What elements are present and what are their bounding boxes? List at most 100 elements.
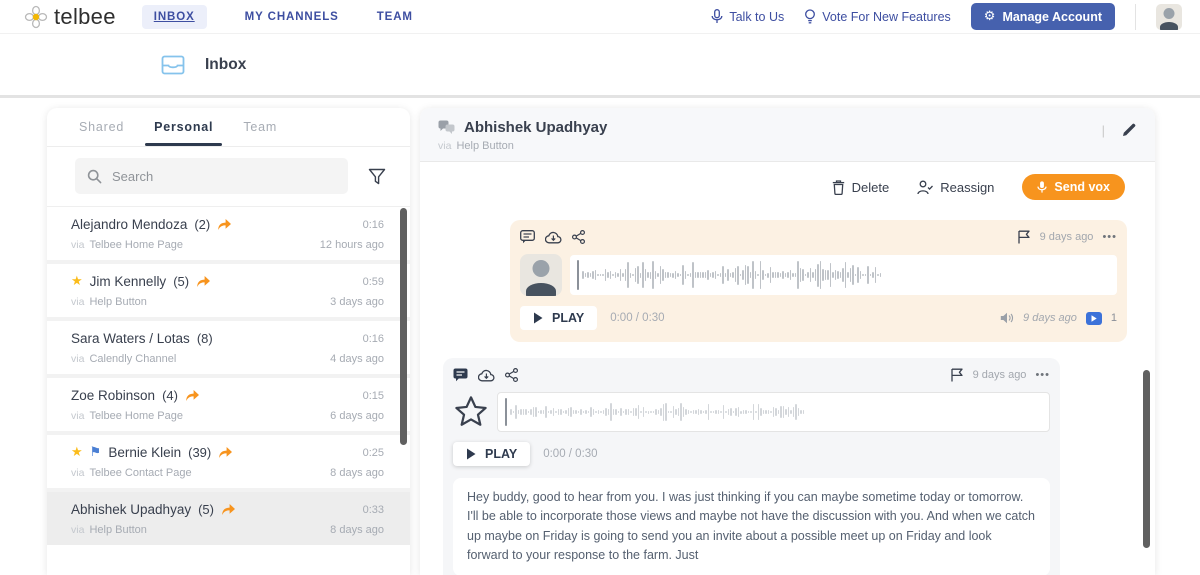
tab-shared[interactable]: Shared bbox=[79, 108, 124, 146]
more-menu-icon[interactable]: ••• bbox=[1102, 231, 1117, 243]
vote-features-label: Vote For New Features bbox=[822, 10, 951, 24]
tab-personal[interactable]: Personal bbox=[154, 108, 213, 146]
nav-tab-team[interactable]: TEAM bbox=[377, 11, 413, 23]
tab-team-label: Team bbox=[243, 120, 277, 134]
manage-account-label: Manage Account bbox=[1002, 10, 1102, 24]
send-vox-label: Send vox bbox=[1054, 180, 1110, 194]
via-label: via bbox=[71, 239, 84, 251]
conversation-time: 8 days ago bbox=[330, 524, 384, 536]
conversation-time: 6 days ago bbox=[330, 410, 384, 422]
star-favorite-icon[interactable] bbox=[453, 394, 489, 430]
message-count: (4) bbox=[162, 388, 178, 403]
play-label: PLAY bbox=[552, 311, 584, 325]
talk-to-us-link[interactable]: Talk to Us bbox=[711, 9, 784, 24]
thread-scrollbar[interactable] bbox=[1143, 370, 1150, 548]
delete-button[interactable]: Delete bbox=[832, 180, 890, 195]
conversation-item[interactable]: ★ Jim Kennelly (5) 0:59 via Help Button … bbox=[47, 264, 410, 317]
voice-message: 9 days ago ••• PLAY bbox=[510, 220, 1127, 342]
reassign-button[interactable]: Reassign bbox=[917, 180, 994, 195]
audio-waveform[interactable] bbox=[570, 255, 1117, 295]
message-count: (8) bbox=[197, 331, 213, 346]
tab-team[interactable]: Team bbox=[243, 108, 277, 146]
header-divider-pipe: | bbox=[1102, 123, 1105, 138]
voice-duration: 0:59 bbox=[363, 276, 384, 288]
conversation-name: Bernie Klein bbox=[108, 445, 181, 460]
via-label: via bbox=[71, 296, 84, 308]
via-channel: Help Button bbox=[456, 140, 513, 152]
star-icon: ★ bbox=[71, 274, 83, 289]
conversation-item[interactable]: Zoe Robinson (4) 0:15 via Telbee Home Pa… bbox=[47, 378, 410, 431]
tab-personal-label: Personal bbox=[154, 120, 213, 134]
edit-pencil-icon[interactable] bbox=[1121, 122, 1137, 138]
conversation-time: 4 days ago bbox=[330, 353, 384, 365]
via-label: via bbox=[71, 467, 84, 479]
star-icon: ★ bbox=[71, 445, 83, 460]
conversation-name: Jim Kennelly bbox=[90, 274, 167, 289]
message-count: (2) bbox=[194, 217, 210, 232]
search-icon bbox=[87, 169, 102, 184]
vote-features-link[interactable]: Vote For New Features bbox=[804, 9, 951, 24]
conversation-name: Abhishek Upadhyay bbox=[71, 502, 191, 517]
audio-waveform[interactable] bbox=[497, 392, 1050, 432]
search-input[interactable] bbox=[112, 169, 336, 184]
comment-filled-icon[interactable] bbox=[453, 368, 468, 382]
video-play-badge[interactable] bbox=[1086, 312, 1102, 325]
conversation-item[interactable]: ★ ⚑ Bernie Klein (39) 0:25 via Telbee Co… bbox=[47, 435, 410, 488]
voice-duration: 0:16 bbox=[363, 219, 384, 231]
flag-outline-icon[interactable] bbox=[950, 368, 964, 382]
conversation-item[interactable]: Sara Waters / Lotas (8) 0:16 via Calendl… bbox=[47, 321, 410, 374]
play-button[interactable]: PLAY bbox=[520, 306, 597, 330]
telbee-logo[interactable]: telbee bbox=[24, 4, 116, 30]
conversation-time: 8 days ago bbox=[330, 467, 384, 479]
delete-label: Delete bbox=[852, 180, 890, 195]
waveform-cursor[interactable] bbox=[505, 398, 507, 426]
flower-logo-icon bbox=[24, 5, 48, 29]
search-box[interactable] bbox=[75, 158, 348, 194]
play-label: PLAY bbox=[485, 447, 517, 461]
comment-icon[interactable] bbox=[520, 230, 535, 244]
forwarded-icon bbox=[221, 503, 236, 516]
sender-avatar bbox=[520, 254, 562, 296]
forwarded-icon bbox=[196, 275, 211, 288]
list-tabs: Shared Personal Team bbox=[47, 108, 410, 147]
download-cloud-icon[interactable] bbox=[545, 231, 562, 244]
user-avatar[interactable] bbox=[1156, 4, 1182, 30]
play-button[interactable]: PLAY bbox=[453, 442, 530, 466]
conversation-name: Alejandro Mendoza bbox=[71, 217, 187, 232]
more-menu-icon[interactable]: ••• bbox=[1035, 369, 1050, 381]
play-icon bbox=[533, 312, 543, 324]
filter-funnel-icon[interactable] bbox=[368, 168, 386, 185]
conversation-panel: Abhishek Upadhyay via Help Button | bbox=[420, 108, 1155, 575]
conversation-list: Alejandro Mendoza (2) 0:16 via Telbee Ho… bbox=[47, 207, 410, 545]
reassign-label: Reassign bbox=[940, 180, 994, 195]
forwarded-icon bbox=[217, 218, 232, 231]
voice-duration: 0:33 bbox=[363, 504, 384, 516]
list-scrollbar[interactable] bbox=[400, 208, 407, 445]
nav-tab-my-channels[interactable]: MY CHANNELS bbox=[245, 11, 339, 23]
share-icon[interactable] bbox=[505, 368, 518, 382]
download-cloud-icon[interactable] bbox=[478, 369, 495, 382]
via-channel: Telbee Home Page bbox=[89, 239, 183, 251]
voice-duration: 0:16 bbox=[363, 333, 384, 345]
via-label: via bbox=[71, 524, 84, 536]
conversation-toolbar: Delete Reassign Send vox bbox=[420, 162, 1155, 210]
conversation-time: 3 days ago bbox=[330, 296, 384, 308]
conversation-item[interactable]: Alejandro Mendoza (2) 0:16 via Telbee Ho… bbox=[47, 207, 410, 260]
conversation-item-selected[interactable]: Abhishek Upadhyay (5) 0:33 via Help Butt… bbox=[47, 492, 410, 545]
playback-position: 0:00 / 0:30 bbox=[610, 312, 664, 324]
flag-outline-icon[interactable] bbox=[1017, 230, 1031, 244]
main-area: Shared Personal Team Alejandro Mendoza (… bbox=[0, 98, 1200, 575]
send-vox-mic-icon bbox=[1037, 180, 1047, 194]
nav-tab-inbox[interactable]: INBOX bbox=[142, 5, 207, 29]
inbox-tray-icon bbox=[160, 54, 186, 76]
manage-account-button[interactable]: ⚙ Manage Account bbox=[971, 3, 1115, 30]
message-count: (5) bbox=[198, 502, 214, 517]
flag-icon: ⚑ bbox=[90, 445, 102, 460]
conversation-header: Abhishek Upadhyay via Help Button | bbox=[420, 108, 1155, 162]
waveform-cursor[interactable] bbox=[577, 260, 579, 290]
via-label: via bbox=[71, 353, 84, 365]
play-icon bbox=[466, 448, 476, 460]
microphone-icon bbox=[711, 9, 723, 24]
share-icon[interactable] bbox=[572, 230, 585, 244]
send-vox-button[interactable]: Send vox bbox=[1022, 174, 1125, 200]
